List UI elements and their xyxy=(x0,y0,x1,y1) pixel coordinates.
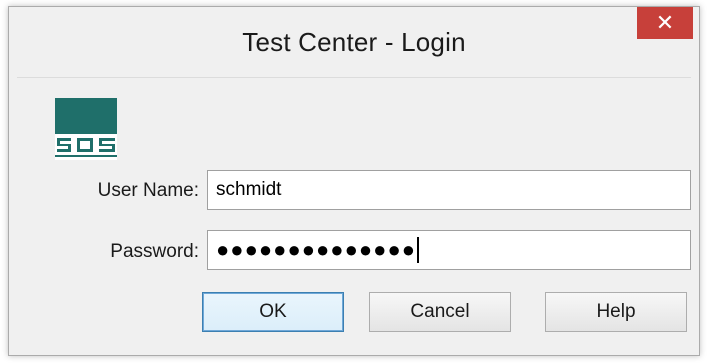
sqs-logo-icon xyxy=(55,98,117,160)
close-button[interactable]: ✕ xyxy=(637,7,693,39)
login-dialog: Test Center - Login ✕ User Name: schmidt… xyxy=(8,6,700,356)
user-name-value: schmidt xyxy=(216,179,282,200)
help-button[interactable]: Help xyxy=(545,292,687,332)
password-value: ●●●●●●●●●●●●●● xyxy=(216,237,417,262)
title-bar[interactable]: Test Center - Login ✕ xyxy=(9,7,699,75)
window-title: Test Center - Login xyxy=(242,27,466,57)
close-icon: ✕ xyxy=(655,10,675,36)
text-caret xyxy=(417,237,420,263)
user-name-label: User Name: xyxy=(97,180,199,201)
dialog-client-area: User Name: schmidt Password: ●●●●●●●●●●●… xyxy=(17,77,691,347)
password-input[interactable]: ●●●●●●●●●●●●●● xyxy=(207,230,691,270)
password-label: Password: xyxy=(110,241,199,262)
user-name-input[interactable]: schmidt xyxy=(207,170,691,210)
cancel-button[interactable]: Cancel xyxy=(369,292,511,332)
ok-button[interactable]: OK xyxy=(202,292,344,332)
